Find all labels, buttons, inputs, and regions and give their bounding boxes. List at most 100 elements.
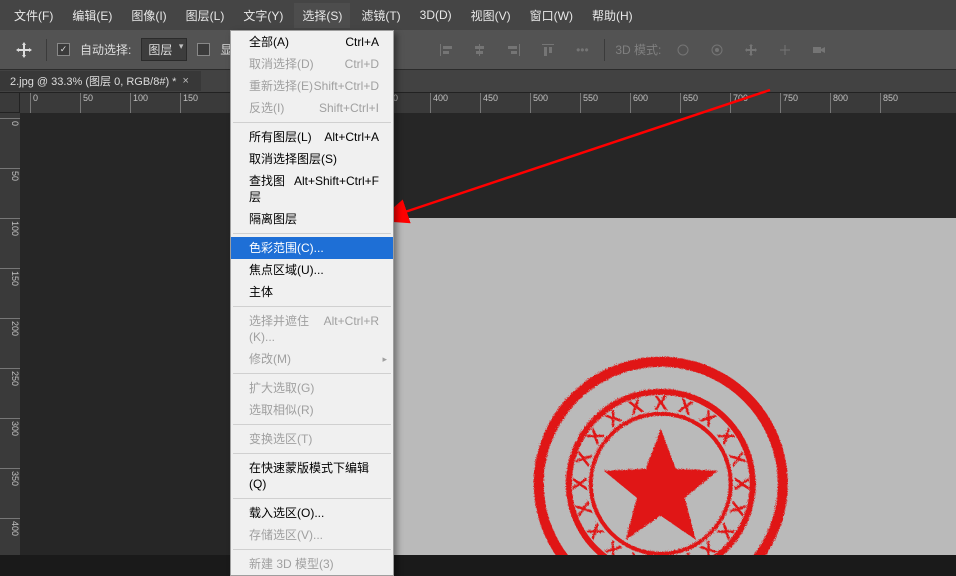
ruler-tick: 100 bbox=[0, 218, 20, 236]
menu-item-shortcut: Alt+Ctrl+R bbox=[324, 313, 379, 345]
ruler-tick: 400 bbox=[430, 93, 448, 113]
menu-item: 变换选区(T) bbox=[231, 428, 393, 450]
menu-item-label: 取消选择(D) bbox=[249, 56, 314, 72]
menu-item-shortcut: Shift+Ctrl+D bbox=[314, 78, 379, 94]
ruler-tick: 800 bbox=[830, 93, 848, 113]
menu-item-label: 重新选择(E) bbox=[249, 78, 313, 94]
menu-item[interactable]: 所有图层(L) Alt+Ctrl+A bbox=[231, 126, 393, 148]
menu-item: 重新选择(E)Shift+Ctrl+D bbox=[231, 75, 393, 97]
menu-item-label: 选择并遮住(K)... bbox=[249, 313, 324, 345]
menu-item[interactable]: 色彩范围(C)... bbox=[231, 237, 393, 259]
menu-image[interactable]: 图像(I) bbox=[123, 3, 174, 28]
ruler-tick: 0 bbox=[30, 93, 38, 113]
align-center-icon[interactable] bbox=[468, 38, 492, 62]
menu-item[interactable]: 查找图层Alt+Shift+Ctrl+F bbox=[231, 170, 393, 208]
menu-item: 扩大选取(G) bbox=[231, 377, 393, 399]
pan-3d-icon bbox=[739, 38, 763, 62]
svg-text:X: X bbox=[695, 535, 719, 555]
move-tool-icon[interactable] bbox=[12, 38, 36, 62]
document-tab-title: 2.jpg @ 33.3% (图层 0, RGB/8#) * bbox=[10, 73, 176, 89]
tool-options-bar: ✓ 自动选择: 图层 显示 ••• 3D 模式: bbox=[0, 30, 956, 70]
menu-item-label: 取消选择图层(S) bbox=[249, 151, 337, 167]
svg-text:X: X bbox=[723, 498, 748, 518]
svg-text:X: X bbox=[653, 392, 667, 414]
align-more-icon[interactable]: ••• bbox=[570, 38, 594, 62]
align-top-icon[interactable] bbox=[536, 38, 560, 62]
menu-bar: 文件(F) 编辑(E) 图像(I) 图层(L) 文字(Y) 选择(S) 滤镜(T… bbox=[0, 0, 956, 30]
align-right-icon[interactable] bbox=[502, 38, 526, 62]
orbit-3d-icon bbox=[671, 38, 695, 62]
document-tab[interactable]: 2.jpg @ 33.3% (图层 0, RGB/8#) * × bbox=[0, 71, 201, 91]
menu-separator bbox=[233, 549, 391, 550]
ruler-tick: 150 bbox=[0, 268, 20, 286]
menu-item[interactable]: 全部(A)Ctrl+A bbox=[231, 31, 393, 53]
menu-item: 修改(M) bbox=[231, 348, 393, 370]
menu-item-label: 载入选区(O)... bbox=[249, 505, 324, 521]
menu-window[interactable]: 窗口(W) bbox=[522, 3, 581, 28]
ruler-tick: 550 bbox=[580, 93, 598, 113]
menu-view[interactable]: 视图(V) bbox=[463, 3, 519, 28]
vertical-ruler[interactable]: 050100150200250300350400450500 bbox=[0, 113, 20, 555]
menu-item-label: 反选(I) bbox=[249, 100, 284, 116]
svg-text:X: X bbox=[674, 547, 694, 555]
close-icon[interactable]: × bbox=[182, 75, 188, 87]
menu-item-label: 修改(M) bbox=[249, 351, 291, 367]
canvas-viewport[interactable]: XXXXXXXXXXXXXXXXXXXX bbox=[20, 113, 956, 555]
svg-text:X: X bbox=[724, 449, 749, 469]
menu-item[interactable]: 隔离图层 bbox=[231, 208, 393, 230]
menu-layer[interactable]: 图层(L) bbox=[178, 3, 233, 28]
svg-text:X: X bbox=[626, 394, 646, 419]
menu-item-label: 所有图层(L) bbox=[249, 129, 312, 145]
menu-edit[interactable]: 编辑(E) bbox=[64, 3, 120, 28]
menu-file[interactable]: 文件(F) bbox=[6, 3, 61, 28]
menu-3d[interactable]: 3D(D) bbox=[412, 4, 460, 26]
menu-item: 选择并遮住(K)...Alt+Ctrl+R bbox=[231, 310, 393, 348]
menu-item-label: 焦点区域(U)... bbox=[249, 262, 324, 278]
menu-item-label: 存储选区(V)... bbox=[249, 527, 323, 543]
ruler-tick: 150 bbox=[180, 93, 198, 113]
menu-item-label: 选取相似(R) bbox=[249, 402, 314, 418]
svg-text:X: X bbox=[571, 448, 596, 468]
svg-text:X: X bbox=[675, 394, 695, 419]
menu-item: 存储选区(V)... bbox=[231, 524, 393, 546]
menu-item: 新建 3D 模型(3) bbox=[231, 553, 393, 575]
svg-text:X: X bbox=[571, 497, 596, 517]
menu-separator bbox=[233, 453, 391, 454]
horizontal-ruler[interactable]: 0501001502002503003504004505005506006507… bbox=[20, 93, 956, 113]
workspace: 0501001502002503003504004505005506006507… bbox=[0, 93, 956, 555]
svg-text:X: X bbox=[601, 535, 625, 555]
menu-separator bbox=[233, 498, 391, 499]
menu-separator bbox=[233, 424, 391, 425]
ruler-tick: 700 bbox=[730, 93, 748, 113]
menu-item-label: 变换选区(T) bbox=[249, 431, 312, 447]
menu-item[interactable]: 载入选区(O)... bbox=[231, 502, 393, 524]
menu-item-label: 扩大选取(G) bbox=[249, 380, 314, 396]
show-transform-checkbox[interactable] bbox=[197, 43, 210, 56]
ruler-tick: 600 bbox=[630, 93, 648, 113]
menu-item-shortcut: Alt+Ctrl+A bbox=[324, 129, 379, 145]
slide-3d-icon bbox=[773, 38, 797, 62]
camera-3d-icon bbox=[807, 38, 831, 62]
menu-item[interactable]: 在快速蒙版模式下编辑(Q) bbox=[231, 457, 393, 495]
align-left-icon[interactable] bbox=[434, 38, 458, 62]
menu-item[interactable]: 焦点区域(U)... bbox=[231, 259, 393, 281]
menu-item[interactable]: 主体 bbox=[231, 281, 393, 303]
menu-item-shortcut: Alt+Shift+Ctrl+F bbox=[294, 173, 379, 205]
menu-help[interactable]: 帮助(H) bbox=[584, 3, 641, 28]
auto-select-target-dropdown[interactable]: 图层 bbox=[141, 38, 187, 61]
menu-item[interactable]: 取消选择图层(S) bbox=[231, 148, 393, 170]
menu-type[interactable]: 文字(Y) bbox=[235, 3, 291, 28]
ruler-tick: 300 bbox=[0, 418, 20, 436]
select-menu-dropdown: 全部(A)Ctrl+A取消选择(D)Ctrl+D重新选择(E)Shift+Ctr… bbox=[230, 30, 394, 576]
menu-filter[interactable]: 滤镜(T) bbox=[353, 3, 408, 28]
menu-separator bbox=[233, 373, 391, 374]
menu-item: 选取相似(R) bbox=[231, 399, 393, 421]
menu-item-label: 隔离图层 bbox=[249, 211, 297, 227]
menu-select[interactable]: 选择(S) bbox=[294, 3, 350, 28]
ruler-origin[interactable] bbox=[0, 93, 20, 113]
ruler-tick: 50 bbox=[80, 93, 93, 113]
menu-item-label: 主体 bbox=[249, 284, 273, 300]
auto-select-checkbox[interactable]: ✓ bbox=[57, 43, 70, 56]
mode3d-label: 3D 模式: bbox=[615, 41, 661, 58]
roll-3d-icon bbox=[705, 38, 729, 62]
